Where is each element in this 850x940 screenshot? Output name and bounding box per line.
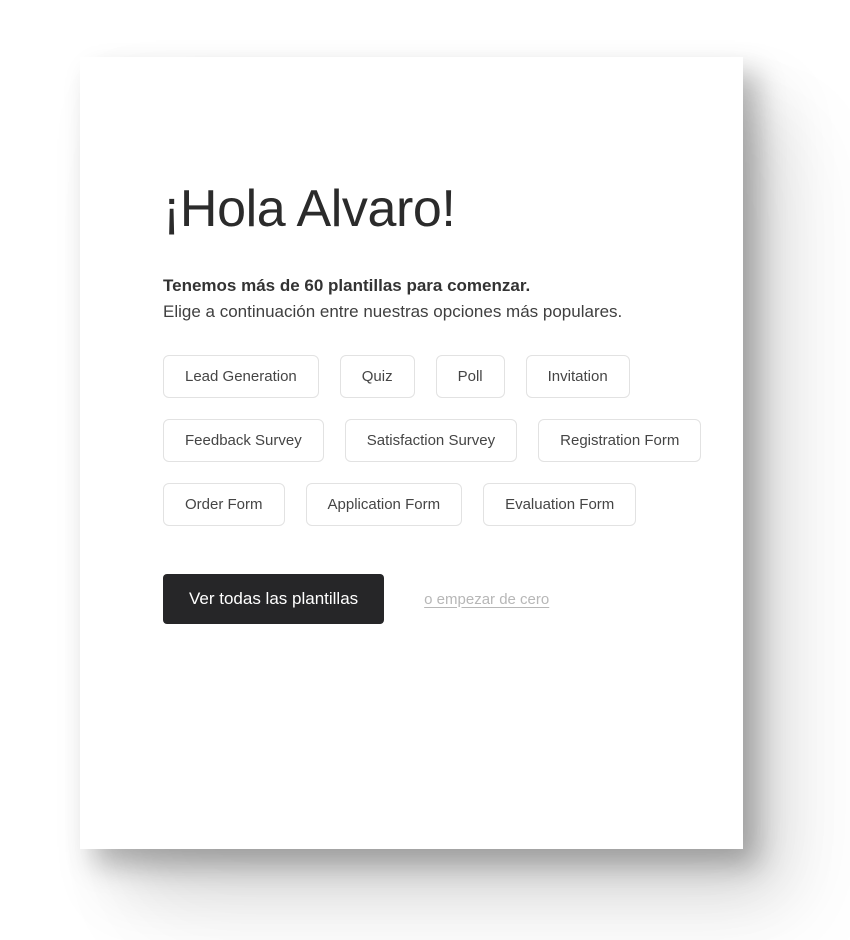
- template-category-row: Lead Generation Quiz Poll Invitation: [163, 355, 743, 398]
- template-chip-registration-form[interactable]: Registration Form: [538, 419, 702, 462]
- template-chip-invitation[interactable]: Invitation: [525, 355, 630, 398]
- template-chip-order-form[interactable]: Order Form: [163, 483, 285, 526]
- template-chip-evaluation-form[interactable]: Evaluation Form: [483, 483, 637, 526]
- card-content: ¡Hola Alvaro! Tenemos más de 60 plantill…: [163, 179, 743, 624]
- page-title: ¡Hola Alvaro!: [163, 180, 456, 238]
- template-category-row: Order Form Application Form Evaluation F…: [163, 483, 743, 526]
- template-category-list: Lead Generation Quiz Poll Invitation Fee…: [163, 355, 743, 526]
- subtitle-line-secondary: Elige a continuación entre nuestras opci…: [163, 302, 623, 321]
- template-chip-satisfaction-survey[interactable]: Satisfaction Survey: [344, 419, 518, 462]
- onboarding-card: ¡Hola Alvaro! Tenemos más de 60 plantill…: [80, 57, 743, 849]
- template-chip-quiz[interactable]: Quiz: [339, 355, 415, 398]
- template-chip-feedback-survey[interactable]: Feedback Survey: [163, 419, 324, 462]
- action-bar: Ver todas las plantillas o empezar de ce…: [163, 574, 743, 624]
- subtitle-block: Tenemos más de 60 plantillas para comenz…: [163, 273, 743, 325]
- subtitle-line-primary: Tenemos más de 60 plantillas para comenz…: [163, 276, 531, 295]
- template-chip-application-form[interactable]: Application Form: [305, 483, 463, 526]
- view-all-templates-button[interactable]: Ver todas las plantillas: [163, 574, 385, 624]
- template-category-row: Feedback Survey Satisfaction Survey Regi…: [163, 419, 743, 462]
- page-background: ¡Hola Alvaro! Tenemos más de 60 plantill…: [0, 0, 850, 940]
- template-chip-lead-generation[interactable]: Lead Generation: [163, 355, 319, 398]
- start-from-scratch-link[interactable]: o empezar de cero: [424, 591, 549, 608]
- template-chip-poll[interactable]: Poll: [435, 355, 505, 398]
